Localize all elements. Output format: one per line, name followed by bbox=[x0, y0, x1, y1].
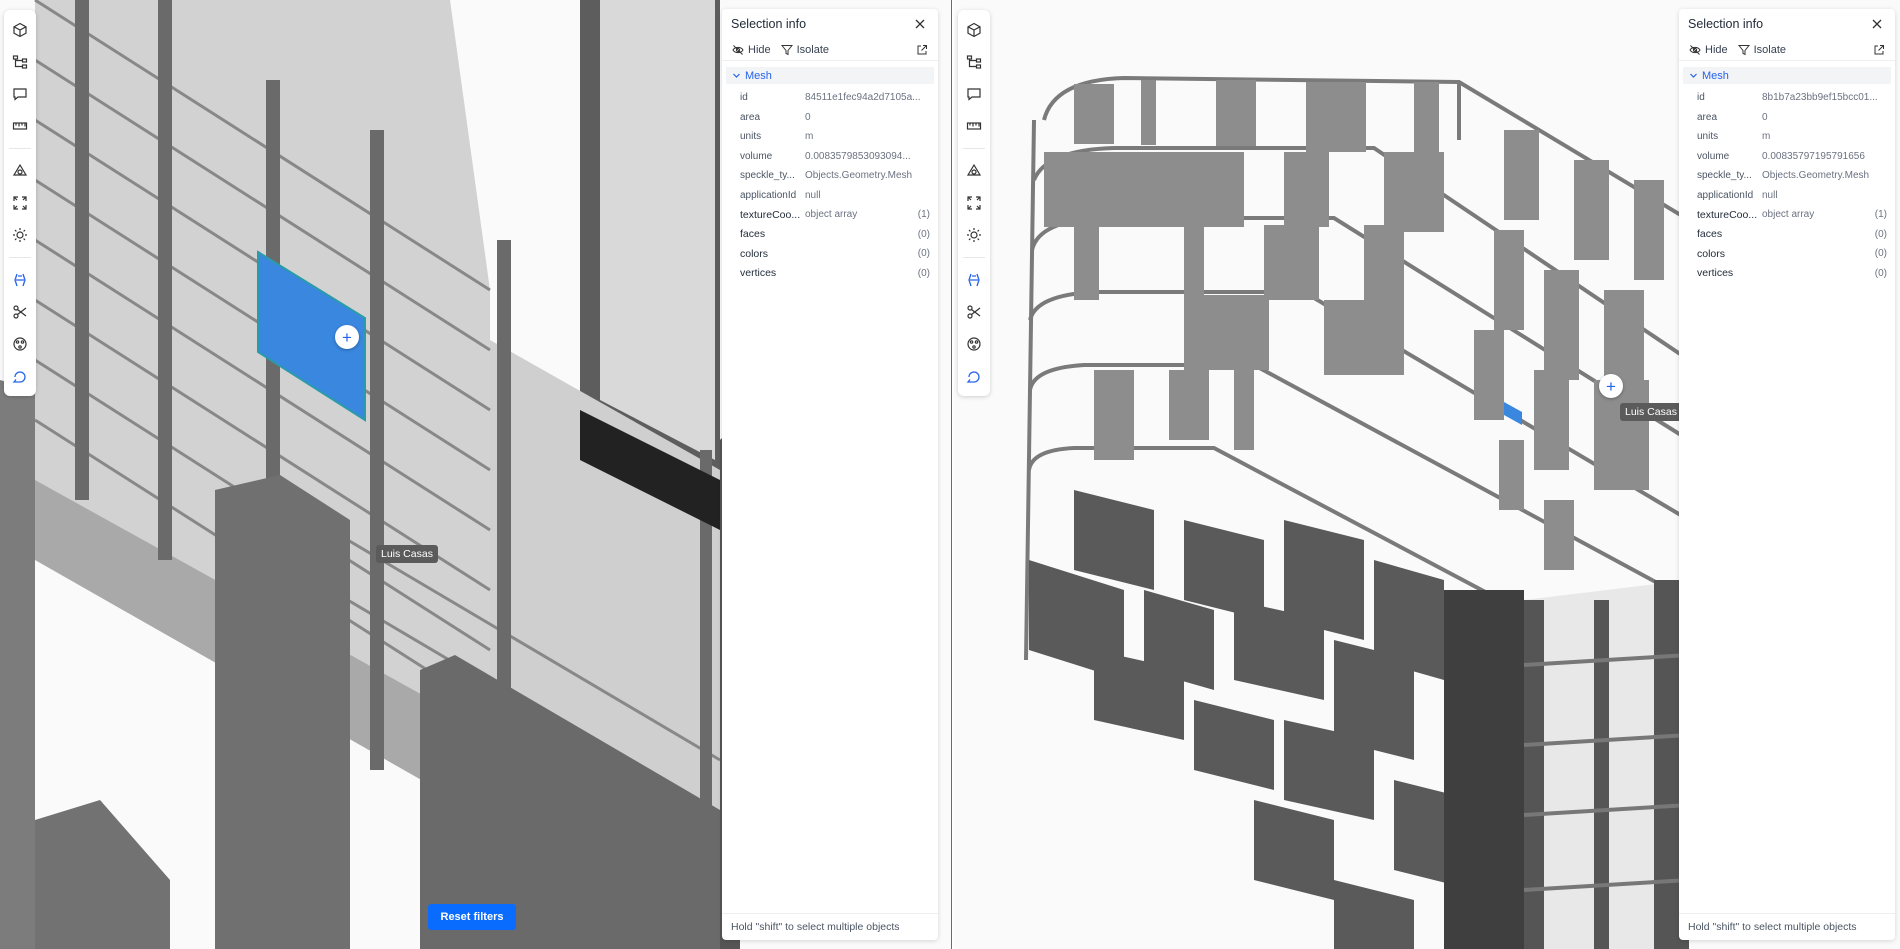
sun-icon[interactable] bbox=[960, 219, 988, 251]
panel-title: Selection info bbox=[1688, 17, 1764, 31]
property-row: id 8b1b7a23bb9ef15bcc01... bbox=[1697, 92, 1878, 104]
property-row-expandable[interactable]: textureCoo... object array (1) bbox=[1697, 205, 1887, 225]
viewer-toolbar bbox=[4, 10, 36, 396]
filter-icon bbox=[780, 44, 793, 55]
comments-icon[interactable] bbox=[960, 78, 988, 110]
property-row: applicationId null bbox=[1697, 189, 1778, 201]
open-external-icon[interactable] bbox=[916, 44, 928, 56]
property-row: applicationId null bbox=[740, 189, 821, 201]
panel-footer-hint: Hold "shift" to select multiple objects bbox=[722, 913, 938, 940]
filters-icon[interactable] bbox=[960, 328, 988, 360]
section-cut-icon[interactable] bbox=[960, 296, 988, 328]
property-row: units m bbox=[1697, 131, 1771, 143]
chevron-down-icon bbox=[733, 73, 740, 78]
eye-off-icon bbox=[732, 44, 744, 55]
property-list: id 84511e1fec94a2d7105a... area 0 units m v… bbox=[722, 84, 938, 283]
property-row-expandable[interactable]: vertices (0) bbox=[1697, 264, 1887, 284]
views-icon[interactable] bbox=[960, 155, 988, 187]
viewer-right[interactable]: + Luis Casas Selection info Hide Isolate… bbox=[954, 0, 1900, 949]
isolate-button[interactable]: Isolate bbox=[1737, 44, 1786, 56]
user-tag: Luis Casas bbox=[376, 545, 438, 563]
section-cut-icon[interactable] bbox=[6, 296, 34, 328]
chevron-down-icon bbox=[1690, 73, 1697, 78]
zoom-extents-icon[interactable] bbox=[960, 187, 988, 219]
measure-icon[interactable] bbox=[6, 110, 34, 142]
measure-icon[interactable] bbox=[960, 110, 988, 142]
property-row-expandable[interactable]: colors (0) bbox=[1697, 244, 1887, 264]
cube-icon[interactable] bbox=[6, 14, 34, 46]
comments-icon[interactable] bbox=[6, 78, 34, 110]
property-row-expandable[interactable]: faces (0) bbox=[1697, 225, 1887, 245]
hide-button[interactable]: Hide bbox=[732, 44, 771, 56]
add-comment-button[interactable]: + bbox=[335, 325, 359, 349]
discussions-icon[interactable] bbox=[960, 360, 988, 392]
property-row: id 84511e1fec94a2d7105a... bbox=[740, 92, 921, 104]
property-list: id 8b1b7a23bb9ef15bcc01... area 0 units m v… bbox=[1679, 84, 1895, 283]
property-row: speckle_ty... Objects.Geometry.Mesh bbox=[740, 170, 913, 182]
close-icon[interactable] bbox=[1869, 16, 1885, 32]
eye-off-icon bbox=[1689, 44, 1701, 55]
mesh-group-header[interactable]: Mesh bbox=[1683, 67, 1891, 84]
viewer-left[interactable]: + Luis Casas Reset filters Selection inf… bbox=[0, 0, 951, 949]
property-row: area 0 bbox=[740, 111, 811, 123]
property-row-expandable[interactable]: faces (0) bbox=[740, 225, 930, 245]
property-row: volume 0.0083579853093094... bbox=[740, 150, 911, 162]
property-row: speckle_ty... Objects.Geometry.Mesh bbox=[1697, 170, 1870, 182]
reset-filters-button[interactable]: Reset filters bbox=[428, 904, 516, 930]
mesh-group-header[interactable]: Mesh bbox=[726, 67, 934, 84]
zoom-extents-icon[interactable] bbox=[6, 187, 34, 219]
isolate-button[interactable]: Isolate bbox=[780, 44, 829, 56]
selection-info-panel: Selection info Hide Isolate Mesh id 8b1b7… bbox=[1679, 9, 1895, 940]
property-row: volume 0.00835797195791656 bbox=[1697, 150, 1865, 162]
panel-footer-hint: Hold "shift" to select multiple objects bbox=[1679, 913, 1895, 940]
property-row-expandable[interactable]: vertices (0) bbox=[740, 264, 930, 284]
property-row-expandable[interactable]: colors (0) bbox=[740, 244, 930, 264]
user-tag: Luis Casas bbox=[1620, 403, 1682, 421]
explode-icon[interactable] bbox=[960, 264, 988, 296]
panel-title: Selection info bbox=[731, 17, 807, 31]
hide-button[interactable]: Hide bbox=[1689, 44, 1728, 56]
close-icon[interactable] bbox=[912, 16, 928, 32]
open-external-icon[interactable] bbox=[1873, 44, 1885, 56]
selection-info-panel: Selection info Hide Isolate Mesh id 84511… bbox=[722, 9, 938, 940]
filter-icon bbox=[1737, 44, 1750, 55]
property-row-expandable[interactable]: textureCoo... object array (1) bbox=[740, 205, 930, 225]
explode-icon[interactable] bbox=[6, 264, 34, 296]
viewer-toolbar bbox=[958, 10, 990, 396]
model-tree-icon[interactable] bbox=[6, 46, 34, 78]
property-row: units m bbox=[740, 131, 814, 143]
views-icon[interactable] bbox=[6, 155, 34, 187]
cube-icon[interactable] bbox=[960, 14, 988, 46]
discussions-icon[interactable] bbox=[6, 360, 34, 392]
sun-icon[interactable] bbox=[6, 219, 34, 251]
model-tree-icon[interactable] bbox=[960, 46, 988, 78]
filters-icon[interactable] bbox=[6, 328, 34, 360]
property-row: area 0 bbox=[1697, 111, 1768, 123]
add-comment-button[interactable]: + bbox=[1599, 374, 1623, 398]
